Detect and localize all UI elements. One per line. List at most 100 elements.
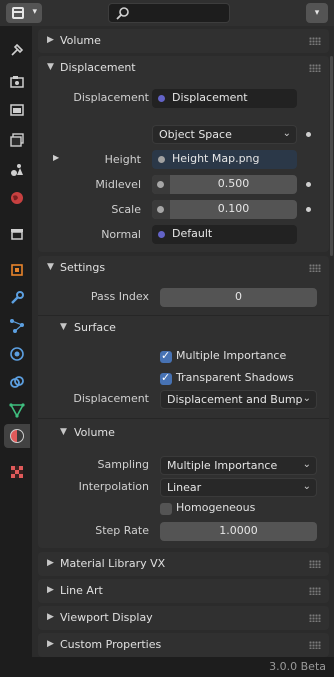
particles-icon [10,319,24,333]
tab-view-layer[interactable] [4,128,30,152]
version-label: 3.0.0 Beta [269,660,326,673]
panel-title: Volume [60,34,101,47]
drag-handle-icon[interactable] [309,614,321,622]
height-socket-field[interactable]: Height Map.png [152,150,297,169]
panel-volume[interactable]: ▶ Volume [38,29,329,53]
scale-label: Scale [111,203,141,216]
displacement-socket-field[interactable]: Displacement [152,89,297,108]
normal-label: Normal [101,228,141,241]
view-layer-icon [10,133,24,147]
vector-socket-icon [158,231,165,238]
drag-handle-icon[interactable] [309,560,321,568]
field-value: Displacement and Bump [167,393,303,406]
gray-socket-icon [152,175,170,194]
interpolation-dropdown[interactable]: Linear ⌄ [160,478,317,497]
homogeneous-checkbox[interactable] [160,503,172,515]
drag-handle-icon[interactable] [309,37,321,45]
space-dropdown[interactable]: Object Space ⌄ [152,125,297,144]
panel-line-art[interactable]: ▶ Line Art [38,579,329,603]
chevron-down-icon: ⌄ [302,481,311,492]
texture-icon [11,466,23,478]
panel-title: Settings [60,261,106,274]
chevron-down-icon: ⌄ [282,128,291,139]
pass-index-field[interactable]: 0 [160,288,317,307]
panel-custom-properties[interactable]: ▶ Custom Properties [38,633,329,657]
gray-socket-icon [158,156,165,163]
tab-texture[interactable] [4,460,30,484]
tool-icon [11,43,24,56]
field-value: 1.0000 [219,524,258,537]
step-rate-field[interactable]: 1.0000 [160,522,317,541]
field-value: Height Map.png [172,152,260,165]
panel-title: Viewport Display [60,611,153,624]
field-value: Default [172,227,213,240]
transparent-shadows-label[interactable]: Transparent Shadows [176,371,294,384]
chevron-down-icon: ▼ [60,322,67,332]
multiple-importance-checkbox[interactable] [160,349,172,363]
tab-tool[interactable] [4,38,30,62]
chevron-down-icon: ⌄ [302,393,311,404]
tab-object[interactable] [4,258,30,282]
field-value: Displacement [172,91,248,104]
drag-handle-icon[interactable] [309,641,321,649]
physics-icon [10,347,24,361]
field-value: 0.100 [217,202,250,215]
surface-displacement-label: Displacement [73,392,149,405]
transparent-shadows-checkbox[interactable] [160,371,172,385]
tab-object-data[interactable] [4,398,30,422]
tab-collection[interactable] [4,222,30,246]
keyframe-dot-icon[interactable] [306,132,311,137]
tab-output[interactable] [4,98,30,122]
chevron-down-icon: ⌄ [302,459,311,470]
gray-socket-icon [152,200,170,219]
output-icon [10,104,24,116]
expand-arrow-icon[interactable]: ▶ [53,153,59,162]
panel-material-library-vx[interactable]: ▶ Material Library VX [38,552,329,576]
tab-modifier[interactable] [4,286,30,310]
keyframe-dot-icon[interactable] [306,207,311,212]
properties-editor-icon [12,7,24,19]
subpanel-surface-header[interactable]: ▼ Surface [38,316,329,340]
field-value: 0 [235,290,242,303]
keyframe-dot-icon[interactable] [306,182,311,187]
modifier-icon [11,291,24,304]
displacement-label: Displacement [73,91,149,104]
tab-constraints[interactable] [4,370,30,394]
midlevel-field[interactable]: 0.500 [152,175,297,194]
panel-title: Displacement [60,61,136,74]
sampling-dropdown[interactable]: Multiple Importance ⌄ [160,456,317,475]
scrollbar[interactable] [330,56,333,256]
multiple-importance-label[interactable]: Multiple Importance [176,349,286,362]
scale-field[interactable]: 0.100 [152,200,297,219]
tab-render[interactable] [4,70,30,94]
options-dropdown[interactable]: ▾ [306,3,328,23]
object-icon [11,264,23,276]
chevron-down-icon: ▼ [47,262,54,272]
pass-index-label: Pass Index [90,290,149,303]
midlevel-label: Midlevel [95,178,141,191]
object-data-icon [9,403,25,418]
subpanel-title: Volume [74,426,115,439]
displacement-method-dropdown[interactable]: Displacement and Bump ⌄ [160,390,317,409]
tab-material[interactable] [4,424,30,448]
subpanel-title: Surface [74,321,116,334]
drag-handle-icon[interactable] [309,64,321,72]
status-bar: 3.0.0 Beta [0,657,334,677]
panel-header[interactable]: ▼ Displacement [38,56,329,80]
panel-viewport-display[interactable]: ▶ Viewport Display [38,606,329,630]
tab-physics[interactable] [4,342,30,366]
search-field[interactable] [108,3,230,23]
panel-header[interactable]: ▼ Settings [38,256,329,280]
search-icon [116,7,129,20]
tab-particles[interactable] [4,314,30,338]
drag-handle-icon[interactable] [309,264,321,272]
panel-title: Material Library VX [60,557,166,570]
homogeneous-label[interactable]: Homogeneous [176,501,255,514]
tab-world[interactable] [4,186,30,210]
tab-scene[interactable] [4,158,30,182]
chevron-down-icon: ▾ [32,7,37,17]
drag-handle-icon[interactable] [309,587,321,595]
editor-type-button[interactable]: ▾ [6,3,42,23]
normal-socket-field[interactable]: Default [152,225,297,244]
subpanel-volume-header[interactable]: ▼ Volume [38,421,329,445]
